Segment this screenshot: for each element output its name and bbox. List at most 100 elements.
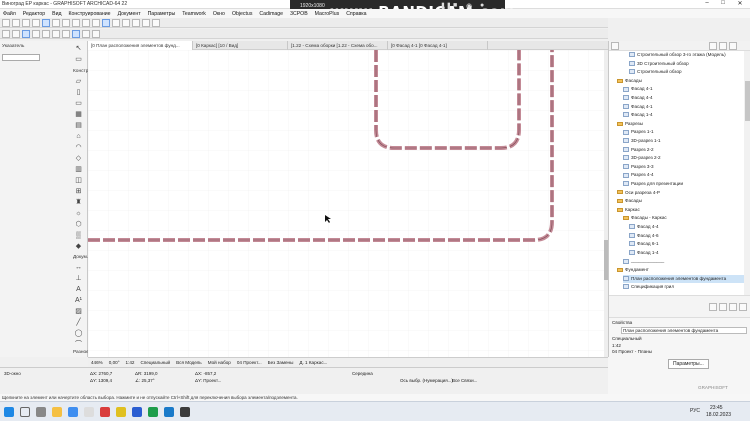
store-icon[interactable]	[84, 407, 94, 417]
magic-wand-icon[interactable]	[92, 18, 100, 27]
keyboard-language[interactable]: РУС	[690, 408, 700, 414]
edge-icon[interactable]	[68, 407, 78, 417]
model-view[interactable]: Вся Модель	[176, 360, 202, 365]
pen-set-icon[interactable]	[72, 18, 80, 27]
undo-icon[interactable]	[2, 18, 10, 27]
clone-icon[interactable]	[719, 302, 727, 311]
line-tool-icon[interactable]: ╱	[73, 318, 84, 327]
navigator-item[interactable]: Фасад 1-4	[623, 111, 744, 119]
publisher-icon[interactable]	[729, 41, 737, 50]
view-map-icon[interactable]	[709, 41, 717, 50]
navigator-item[interactable]: Оси разреза 4-Р	[617, 189, 744, 197]
navigator-item[interactable]: Фасад 4-4	[623, 94, 744, 102]
mirror-icon[interactable]	[52, 29, 60, 38]
polygon-icon[interactable]	[32, 29, 40, 38]
file-explorer-icon[interactable]	[52, 407, 62, 417]
morph-tool-icon[interactable]: ◆	[73, 242, 84, 251]
chrome-icon[interactable]	[116, 407, 126, 417]
rotate-icon[interactable]	[42, 29, 50, 38]
tab-schema[interactable]: [1.22 - Схема оборки [1.22 - Схема обо..…	[288, 40, 388, 50]
bandicam-icon[interactable]	[180, 407, 190, 417]
align-setting[interactable]: Середина	[352, 371, 373, 376]
fit-window-icon[interactable]	[42, 18, 50, 27]
marquee-tool-icon[interactable]: ▭	[73, 55, 84, 64]
arrow-icon[interactable]	[2, 29, 10, 38]
navigator-scrollbar[interactable]	[744, 51, 750, 295]
window-tool-icon[interactable]: ⊞	[73, 187, 84, 196]
word-icon[interactable]	[132, 407, 142, 417]
mode-button[interactable]: 3D-окно	[4, 371, 21, 376]
menu-design[interactable]: Конструирование	[69, 11, 111, 17]
layout-icon[interactable]	[142, 18, 150, 27]
label-tool-icon[interactable]: A¹	[73, 296, 84, 305]
scroll-thumb[interactable]	[745, 81, 750, 121]
zoom-level[interactable]: 446%	[91, 360, 103, 365]
snap-setting-2[interactable]: Все Связи...	[452, 378, 477, 383]
stair-tool-icon[interactable]: ▤	[73, 121, 84, 130]
fill-tool-icon[interactable]: ▨	[73, 307, 84, 316]
delete-icon[interactable]	[729, 302, 737, 311]
text-tool-icon[interactable]: A	[73, 285, 84, 294]
navigator-item[interactable]: Фасад 4-1	[623, 103, 744, 111]
partial-structure[interactable]: Д. 1 Каркас...	[299, 360, 327, 365]
menu-document[interactable]: Документ	[118, 11, 141, 17]
navigator-item[interactable]: Разрез для презентации	[623, 180, 744, 188]
curtain-wall-tool-icon[interactable]: ▥	[73, 165, 84, 174]
measure-icon[interactable]	[92, 29, 100, 38]
navigator-item[interactable]: 3D Строительный обзор	[629, 60, 744, 68]
slab-tool-icon[interactable]: ▦	[73, 110, 84, 119]
roof-tool-icon[interactable]: ⌂	[73, 132, 84, 141]
navigator-item[interactable]: 3D-разрез 2-2	[623, 154, 744, 162]
orbit-icon[interactable]	[52, 18, 60, 27]
menu-options[interactable]: Параметры	[148, 11, 176, 17]
navigator-item[interactable]: Фасад 1-4	[629, 249, 744, 257]
lamp-tool-icon[interactable]: ☼	[73, 209, 84, 218]
navigator-item[interactable]: Разрез 4-4	[623, 171, 744, 179]
maximize-button[interactable]: □	[716, 0, 730, 9]
navigator-item[interactable]: Каркас	[617, 206, 744, 214]
guide-icon[interactable]	[82, 29, 90, 38]
elevation-icon[interactable]	[132, 18, 140, 27]
redo-icon[interactable]	[12, 18, 20, 27]
menu-objectus[interactable]: Objectus	[232, 11, 252, 17]
zoom-out-icon[interactable]	[32, 18, 40, 27]
close-button[interactable]: ✕	[733, 0, 747, 9]
drawing-canvas[interactable]	[88, 50, 608, 357]
navigator-item[interactable]: План расположения элементов фундамента	[623, 274, 744, 283]
layers-icon[interactable]	[62, 18, 70, 27]
offset-icon[interactable]	[62, 29, 70, 38]
scale-value[interactable]: 1:42	[126, 360, 135, 365]
tab-frame[interactable]: [0 Каркас] [10 / Вид]	[193, 40, 288, 50]
search-icon[interactable]	[20, 407, 30, 417]
column-tool-icon[interactable]: ▯	[73, 88, 84, 97]
navigator-item[interactable]: _____________	[623, 257, 744, 265]
dimension-tool-icon[interactable]: ↔	[73, 263, 84, 272]
trace-icon[interactable]	[102, 18, 110, 27]
navigator-item[interactable]: Фасад 4-6	[629, 232, 744, 240]
section-icon[interactable]	[122, 18, 130, 27]
marquee-icon[interactable]	[12, 29, 20, 38]
angle-value[interactable]: 0,00°	[109, 360, 120, 365]
tab-foundation-plan[interactable]: [0 План расположения элементов фунд...	[88, 40, 193, 50]
layout-book-icon[interactable]	[719, 41, 727, 50]
minimize-button[interactable]: –	[700, 0, 714, 9]
navigator-item[interactable]: Разрез 3-3	[623, 163, 744, 171]
publish-icon[interactable]	[152, 18, 160, 27]
project-map-icon[interactable]	[611, 41, 619, 50]
mesh-tool-icon[interactable]: ▒	[73, 231, 84, 240]
navigator-item[interactable]: Фасад 4-1	[623, 85, 744, 93]
navigator-item[interactable]: Строительный обзор	[629, 68, 744, 76]
object-tool-icon[interactable]: ♜	[73, 198, 84, 207]
settings-icon[interactable]	[739, 302, 747, 311]
menu-file[interactable]: Файл	[3, 11, 16, 17]
tab-facade[interactable]: [0 Фасад 4-1 [0 Фасад 4-1]	[388, 40, 488, 50]
menu-cadimage[interactable]: Cadimage	[259, 11, 283, 17]
archicad-icon[interactable]	[164, 407, 174, 417]
clock-time[interactable]: 23:45	[710, 405, 723, 411]
navigator-item[interactable]: Фасады - Каркас	[623, 214, 744, 222]
menu-view[interactable]: Вид	[52, 11, 61, 17]
view-setting[interactable]: 04 Проект...	[237, 360, 262, 365]
navigator-item[interactable]: Разрез 2-2	[623, 146, 744, 154]
navigator-item[interactable]: Спецификация грил	[623, 283, 744, 291]
geometry-icon[interactable]	[22, 29, 30, 38]
